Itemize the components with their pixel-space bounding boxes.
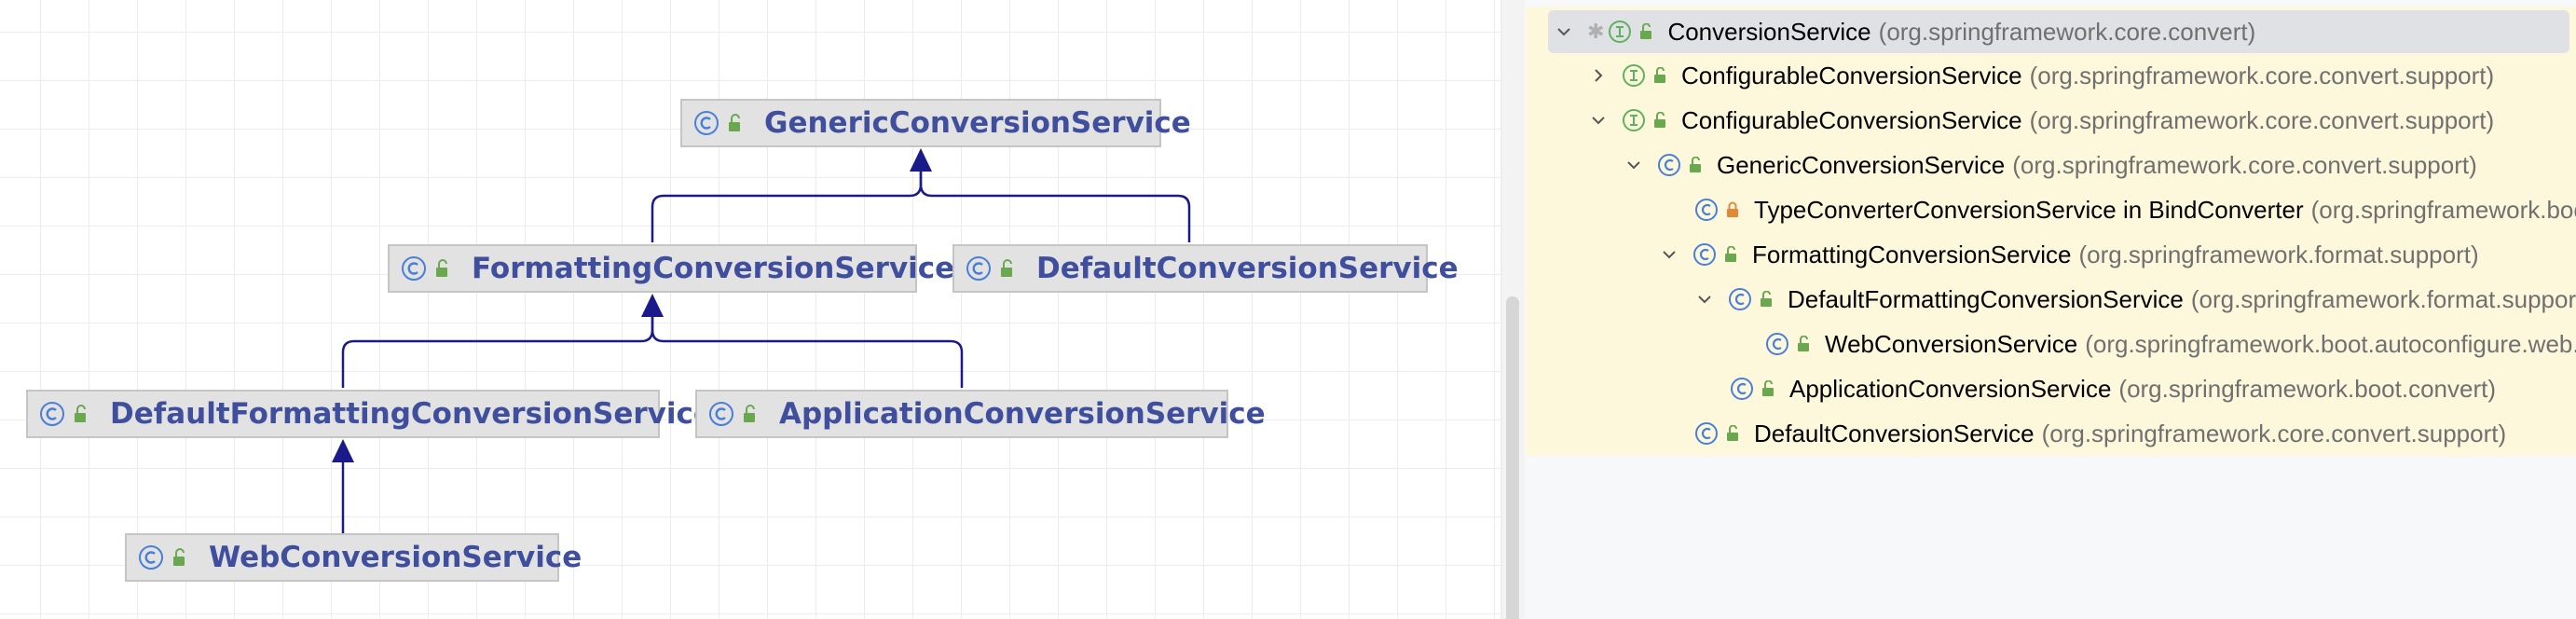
chevron-down-icon[interactable] bbox=[1554, 21, 1574, 42]
chevron-down-icon[interactable] bbox=[1659, 244, 1679, 265]
tree-row[interactable]: GenericConversionService (org.springfram… bbox=[1525, 144, 2575, 186]
class-icon bbox=[694, 111, 719, 135]
unlocked-icon bbox=[75, 405, 86, 422]
node-label: ApplicationConversionService bbox=[779, 397, 1266, 431]
tree-row-name: GenericConversionService bbox=[1717, 150, 2006, 179]
tree-row[interactable]: TypeConverterConversionService in BindCo… bbox=[1525, 188, 2576, 231]
tree-row[interactable]: DefaultConversionService (org.springfram… bbox=[1525, 412, 2575, 455]
tree-row-name: DefaultFormattingConversionService bbox=[1788, 284, 2184, 313]
unlocked-icon bbox=[1762, 380, 1774, 396]
tree-row-name: ApplicationConversionService bbox=[1789, 374, 2112, 403]
tree-row-package: (org.springframework.format.support) bbox=[2078, 240, 2479, 268]
class-icon bbox=[966, 256, 991, 281]
tree-row[interactable]: ✱ ConversionService (org.springframework… bbox=[1548, 10, 2569, 53]
node-label: WebConversionService bbox=[209, 541, 582, 574]
tree-row[interactable]: ConfigurableConversionService (org.sprin… bbox=[1525, 54, 2575, 97]
class-icon bbox=[709, 402, 733, 426]
arrowhead-defaultformatting bbox=[332, 439, 354, 462]
arrowhead-generic bbox=[910, 148, 932, 172]
class-icon bbox=[1658, 154, 1680, 176]
node-label: DefaultFormattingConversionService bbox=[110, 397, 713, 431]
unlocked-icon bbox=[729, 114, 740, 131]
tree-row-package: (org.springframework.boot.convert) bbox=[2118, 374, 2497, 403]
tree-row-name: DefaultConversionService bbox=[1754, 419, 2035, 447]
interface-icon bbox=[1609, 21, 1632, 43]
unlocked-icon bbox=[1798, 336, 1809, 351]
node-default-formatting-conversion-service[interactable]: DefaultFormattingConversionService bbox=[26, 390, 713, 438]
class-icon bbox=[1695, 422, 1718, 445]
tree-row[interactable]: WebConversionService (org.springframewor… bbox=[1525, 323, 2576, 365]
chevron-down-icon[interactable] bbox=[1588, 110, 1609, 131]
tree-row-package: (org.springframework.core.convert) bbox=[1878, 17, 2256, 46]
node-label: GenericConversionService bbox=[764, 106, 1191, 140]
tree-row-name: ConfigurableConversionService bbox=[1681, 61, 2022, 89]
tree-row-package: (org.springframework.core.convert.suppor… bbox=[2029, 105, 2495, 134]
unlocked-icon bbox=[173, 548, 185, 566]
class-icon bbox=[402, 256, 426, 281]
unlocked-icon bbox=[436, 259, 447, 277]
tree-row-package: (org.springframework.core.convert.suppor… bbox=[2029, 61, 2495, 89]
unlocked-icon bbox=[1654, 112, 1665, 128]
lock-icon bbox=[1727, 201, 1738, 217]
node-label: DefaultConversionService bbox=[1036, 252, 1459, 285]
chevron-down-icon[interactable] bbox=[1624, 155, 1644, 175]
star-icon: ✱ bbox=[1587, 20, 1605, 43]
unlocked-icon bbox=[1690, 157, 1701, 172]
class-icon bbox=[1766, 333, 1788, 355]
edge-defaultformatting-to-formatting bbox=[341, 306, 654, 388]
inheritance-edges bbox=[332, 148, 1191, 533]
tree-row-package: (org.springframework.core.convert.suppor… bbox=[2012, 150, 2477, 179]
chevron-right-icon[interactable] bbox=[1588, 65, 1609, 86]
tree-row-name: ConversionService bbox=[1667, 17, 1871, 46]
unlocked-icon bbox=[1725, 246, 1736, 262]
hierarchy-tree-panel[interactable]: ✱ ConversionService (org.springframework… bbox=[1525, 0, 2576, 619]
tree-row-package: (org.springframework.core.convert.suppor… bbox=[2041, 419, 2507, 447]
node-formatting-conversion-service[interactable]: FormattingConversionService bbox=[388, 244, 954, 293]
uml-diagram-canvas[interactable]: GenericConversionService FormattingConve… bbox=[0, 0, 1500, 619]
arrowhead-formatting bbox=[641, 294, 664, 317]
tree-row-name: ConfigurableConversionService bbox=[1681, 105, 2022, 134]
tree-row-package: (org.springframework.format.support) bbox=[2190, 284, 2576, 313]
interface-icon bbox=[1623, 109, 1645, 131]
diagram-scrollbar-thumb[interactable] bbox=[1506, 296, 1519, 619]
unlocked-icon bbox=[1727, 425, 1738, 441]
tree-row-name: FormattingConversionService bbox=[1752, 240, 2072, 268]
chevron-down-icon[interactable] bbox=[1694, 289, 1715, 310]
tree-row[interactable]: ApplicationConversionService (org.spring… bbox=[1525, 367, 2575, 410]
unlocked-icon bbox=[1001, 259, 1012, 277]
tree-row-package: (org.springframework.boot.autoconfigure.… bbox=[2085, 329, 2576, 358]
class-icon bbox=[1693, 243, 1716, 266]
edge-default-to-generic bbox=[919, 160, 1191, 242]
tree-row-package: (org.springframework.boot.context.proper… bbox=[2310, 195, 2576, 224]
tree-row[interactable]: ConfigurableConversionService (org.sprin… bbox=[1525, 99, 2575, 142]
tree-row[interactable]: DefaultFormattingConversionService (org.… bbox=[1525, 278, 2576, 321]
node-generic-conversion-service[interactable]: GenericConversionService bbox=[680, 99, 1191, 147]
unlocked-icon bbox=[1654, 67, 1665, 83]
class-icon bbox=[1729, 288, 1751, 310]
node-default-conversion-service[interactable]: DefaultConversionService bbox=[952, 244, 1459, 293]
unlocked-icon bbox=[744, 405, 755, 422]
class-icon bbox=[40, 402, 64, 426]
node-application-conversion-service[interactable]: ApplicationConversionService bbox=[695, 390, 1266, 438]
tree-row-name: TypeConverterConversionService in BindCo… bbox=[1754, 195, 2304, 224]
edge-application-to-formatting bbox=[651, 306, 964, 388]
class-icon bbox=[139, 545, 163, 570]
unlocked-icon bbox=[1761, 291, 1772, 307]
interface-icon bbox=[1623, 64, 1645, 87]
class-icon bbox=[1731, 378, 1753, 400]
node-web-conversion-service[interactable]: WebConversionService bbox=[125, 533, 582, 582]
class-icon bbox=[1695, 199, 1718, 221]
tree-row[interactable]: FormattingConversionService (org.springf… bbox=[1525, 233, 2575, 276]
tree-row-name: WebConversionService bbox=[1825, 329, 2078, 358]
unlocked-icon bbox=[1640, 23, 1652, 39]
node-label: FormattingConversionService bbox=[472, 252, 955, 285]
edge-formatting-to-generic bbox=[651, 160, 923, 242]
